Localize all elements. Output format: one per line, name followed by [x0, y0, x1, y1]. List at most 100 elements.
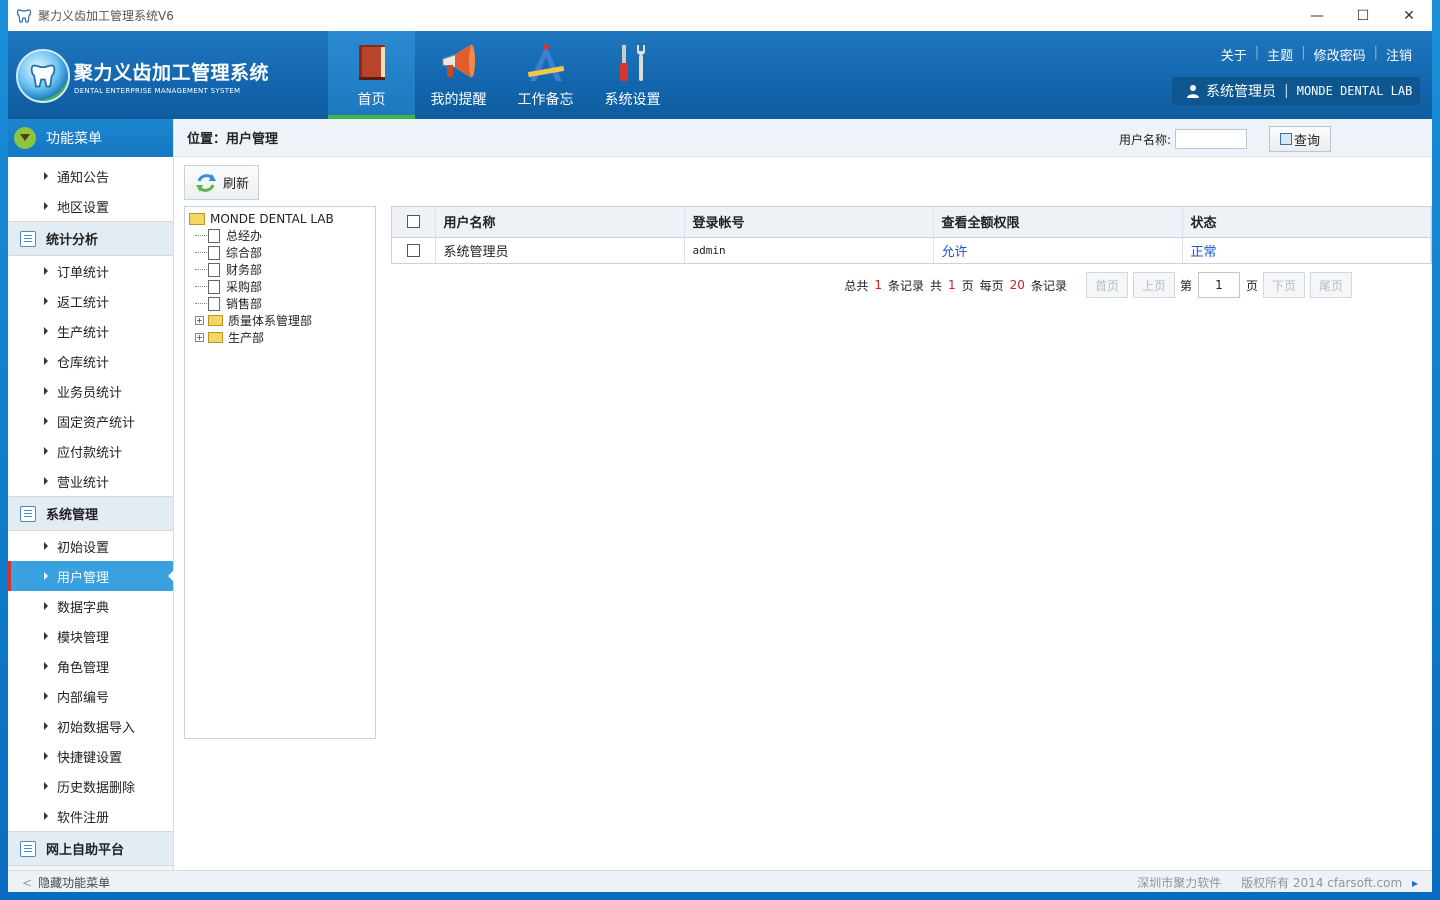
minimize-button[interactable]: — [1294, 0, 1340, 31]
col-user-name[interactable]: 用户名称 [435, 207, 685, 238]
caret-right-icon [44, 297, 48, 305]
sidebar-item-initial-setup[interactable]: 初始设置 [8, 531, 173, 561]
sidebar-group-stats[interactable]: 统计分析 [8, 221, 173, 256]
folder-icon [208, 315, 223, 326]
sidebar-item-role-management[interactable]: 角色管理 [8, 651, 173, 681]
caret-right-icon [44, 357, 48, 365]
tree-root[interactable]: MONDE DENTAL LAB [185, 210, 375, 227]
folder-icon [208, 332, 223, 343]
search-input[interactable] [1175, 129, 1247, 149]
table-header-row: 用户名称 登录帐号 查看全额权限 状态 [392, 207, 1431, 238]
megaphone-icon [442, 44, 475, 78]
nav-home[interactable]: 首页 [328, 31, 415, 119]
sidebar-item-data-dictionary[interactable]: 数据字典 [8, 591, 173, 621]
sidebar-item-sales-rep-stats[interactable]: 业务员统计 [8, 376, 173, 406]
tree-node[interactable]: 综合部 [185, 244, 375, 261]
sidebar-item-business-stats[interactable]: 营业统计 [8, 466, 173, 496]
search-button[interactable]: 查询 [1269, 126, 1331, 152]
maximize-button[interactable]: ☐ [1340, 0, 1386, 31]
row-checkbox[interactable] [406, 243, 420, 257]
tree-node[interactable]: 采购部 [185, 278, 375, 295]
breadcrumb: 位置：用户管理 [187, 132, 279, 147]
caret-right-icon [44, 542, 48, 550]
list-icon [20, 505, 36, 522]
status-bar: < 隐藏功能菜单 深圳市聚力软件 版权所有 2014 cfarsoft.com ▸ [8, 870, 1432, 892]
theme-link[interactable]: 主题 [1259, 45, 1301, 64]
tree-node[interactable]: 销售部 [185, 295, 375, 312]
sidebar-item-data-import[interactable]: 初始数据导入 [8, 711, 173, 741]
sidebar-item-software-registration[interactable]: 软件注册 [8, 801, 173, 831]
main-nav: 首页 我的提醒 工作备忘 系统设置 [328, 31, 676, 119]
per-page: 20 [1009, 278, 1025, 292]
tree-node[interactable]: + 质量体系管理部 [185, 312, 375, 329]
drafting-tools-icon [527, 44, 564, 81]
first-page-button[interactable]: 首页 [1085, 272, 1128, 298]
nav-reminders[interactable]: 我的提醒 [415, 31, 502, 119]
sidebar-item-user-management[interactable]: 用户管理 [8, 561, 174, 591]
sidebar-item-rework-stats[interactable]: 返工统计 [8, 286, 173, 316]
refresh-button[interactable]: 刷新 [184, 165, 259, 200]
tree-node[interactable]: 财务部 [185, 261, 375, 278]
caret-right-icon [44, 632, 48, 640]
search-area: 用户名称: [1119, 129, 1257, 149]
sidebar-item-region[interactable]: 地区设置 [8, 191, 173, 221]
caret-right-icon [44, 752, 48, 760]
caret-right-icon [44, 782, 48, 790]
sidebar-item-production-stats[interactable]: 生产统计 [8, 316, 173, 346]
cell-permission[interactable]: 允许 [933, 237, 1183, 263]
pagination: 总共 1 条记录 共 1 页 每页 20 条记录 首页 上页 第 1 页 下页 … [844, 272, 1352, 298]
sidebar-item-notice[interactable]: 通知公告 [8, 161, 173, 191]
chevron-right-icon[interactable]: ▸ [1412, 876, 1418, 890]
title-bar: 聚力义齿加工管理系统V6 — ☐ ✕ [8, 0, 1432, 31]
sidebar-item-internal-numbering[interactable]: 内部编号 [8, 681, 173, 711]
department-tree: MONDE DENTAL LAB 总经办 综合部 财务部 采购部 销售部 + 质量… [184, 206, 376, 739]
last-page-button[interactable]: 尾页 [1310, 272, 1352, 298]
company-name: 深圳市聚力软件 [1137, 876, 1222, 890]
tree-node[interactable]: + 生产部 [185, 329, 375, 346]
logo-subtitle: DENTAL ENTERPRISE MANAGEMENT SYSTEM [74, 86, 241, 95]
about-link[interactable]: 关于 [1213, 45, 1255, 64]
expand-icon[interactable]: + [195, 316, 204, 325]
next-page-button[interactable]: 下页 [1263, 272, 1305, 298]
nav-memo[interactable]: 工作备忘 [502, 31, 589, 119]
caret-right-icon [44, 722, 48, 730]
caret-right-icon [44, 602, 48, 610]
col-view-permission[interactable]: 查看全额权限 [933, 207, 1183, 238]
sidebar-item-asset-stats[interactable]: 固定资产统计 [8, 406, 173, 436]
caret-right-icon [44, 417, 48, 425]
search-icon [1279, 133, 1292, 145]
table-row[interactable]: 系统管理员 admin 允许 正常 [392, 237, 1431, 263]
expand-icon[interactable]: + [195, 333, 204, 342]
nav-settings[interactable]: 系统设置 [589, 31, 676, 119]
caret-right-icon [44, 327, 48, 335]
page-number-input[interactable]: 1 [1197, 272, 1240, 298]
list-icon [20, 230, 36, 247]
cell-status[interactable]: 正常 [1182, 237, 1431, 263]
hide-menu-toggle[interactable]: < 隐藏功能菜单 [22, 874, 110, 891]
sidebar-item-history-delete[interactable]: 历史数据删除 [8, 771, 173, 801]
logout-link[interactable]: 注销 [1378, 45, 1420, 64]
caret-right-icon [44, 812, 48, 820]
change-password-link[interactable]: 修改密码 [1306, 45, 1374, 64]
sidebar-group-online[interactable]: 网上自助平台 [8, 831, 173, 866]
sidebar-title: 功能菜单 [46, 131, 102, 147]
chevron-down-icon[interactable] [14, 127, 36, 149]
col-status[interactable]: 状态 [1182, 207, 1431, 238]
sidebar-item-module-management[interactable]: 模块管理 [8, 621, 173, 651]
caret-right-icon [44, 202, 48, 210]
close-button[interactable]: ✕ [1386, 0, 1432, 31]
nav-reminders-label: 我的提醒 [430, 92, 487, 108]
sidebar-item-payable-stats[interactable]: 应付款统计 [8, 436, 173, 466]
tree-node[interactable]: 总经办 [185, 227, 375, 244]
document-icon [208, 245, 220, 260]
nav-home-label: 首页 [357, 92, 386, 108]
sidebar-item-order-stats[interactable]: 订单统计 [8, 256, 173, 286]
select-all-checkbox[interactable] [406, 215, 420, 229]
col-login-account[interactable]: 登录帐号 [684, 207, 934, 238]
caret-right-icon [44, 172, 48, 180]
sidebar-item-shortcut-settings[interactable]: 快捷键设置 [8, 741, 173, 771]
sidebar-item-warehouse-stats[interactable]: 仓库统计 [8, 346, 173, 376]
prev-page-button[interactable]: 上页 [1132, 272, 1175, 298]
sidebar-group-system[interactable]: 系统管理 [8, 496, 173, 531]
caret-right-icon [44, 477, 48, 485]
